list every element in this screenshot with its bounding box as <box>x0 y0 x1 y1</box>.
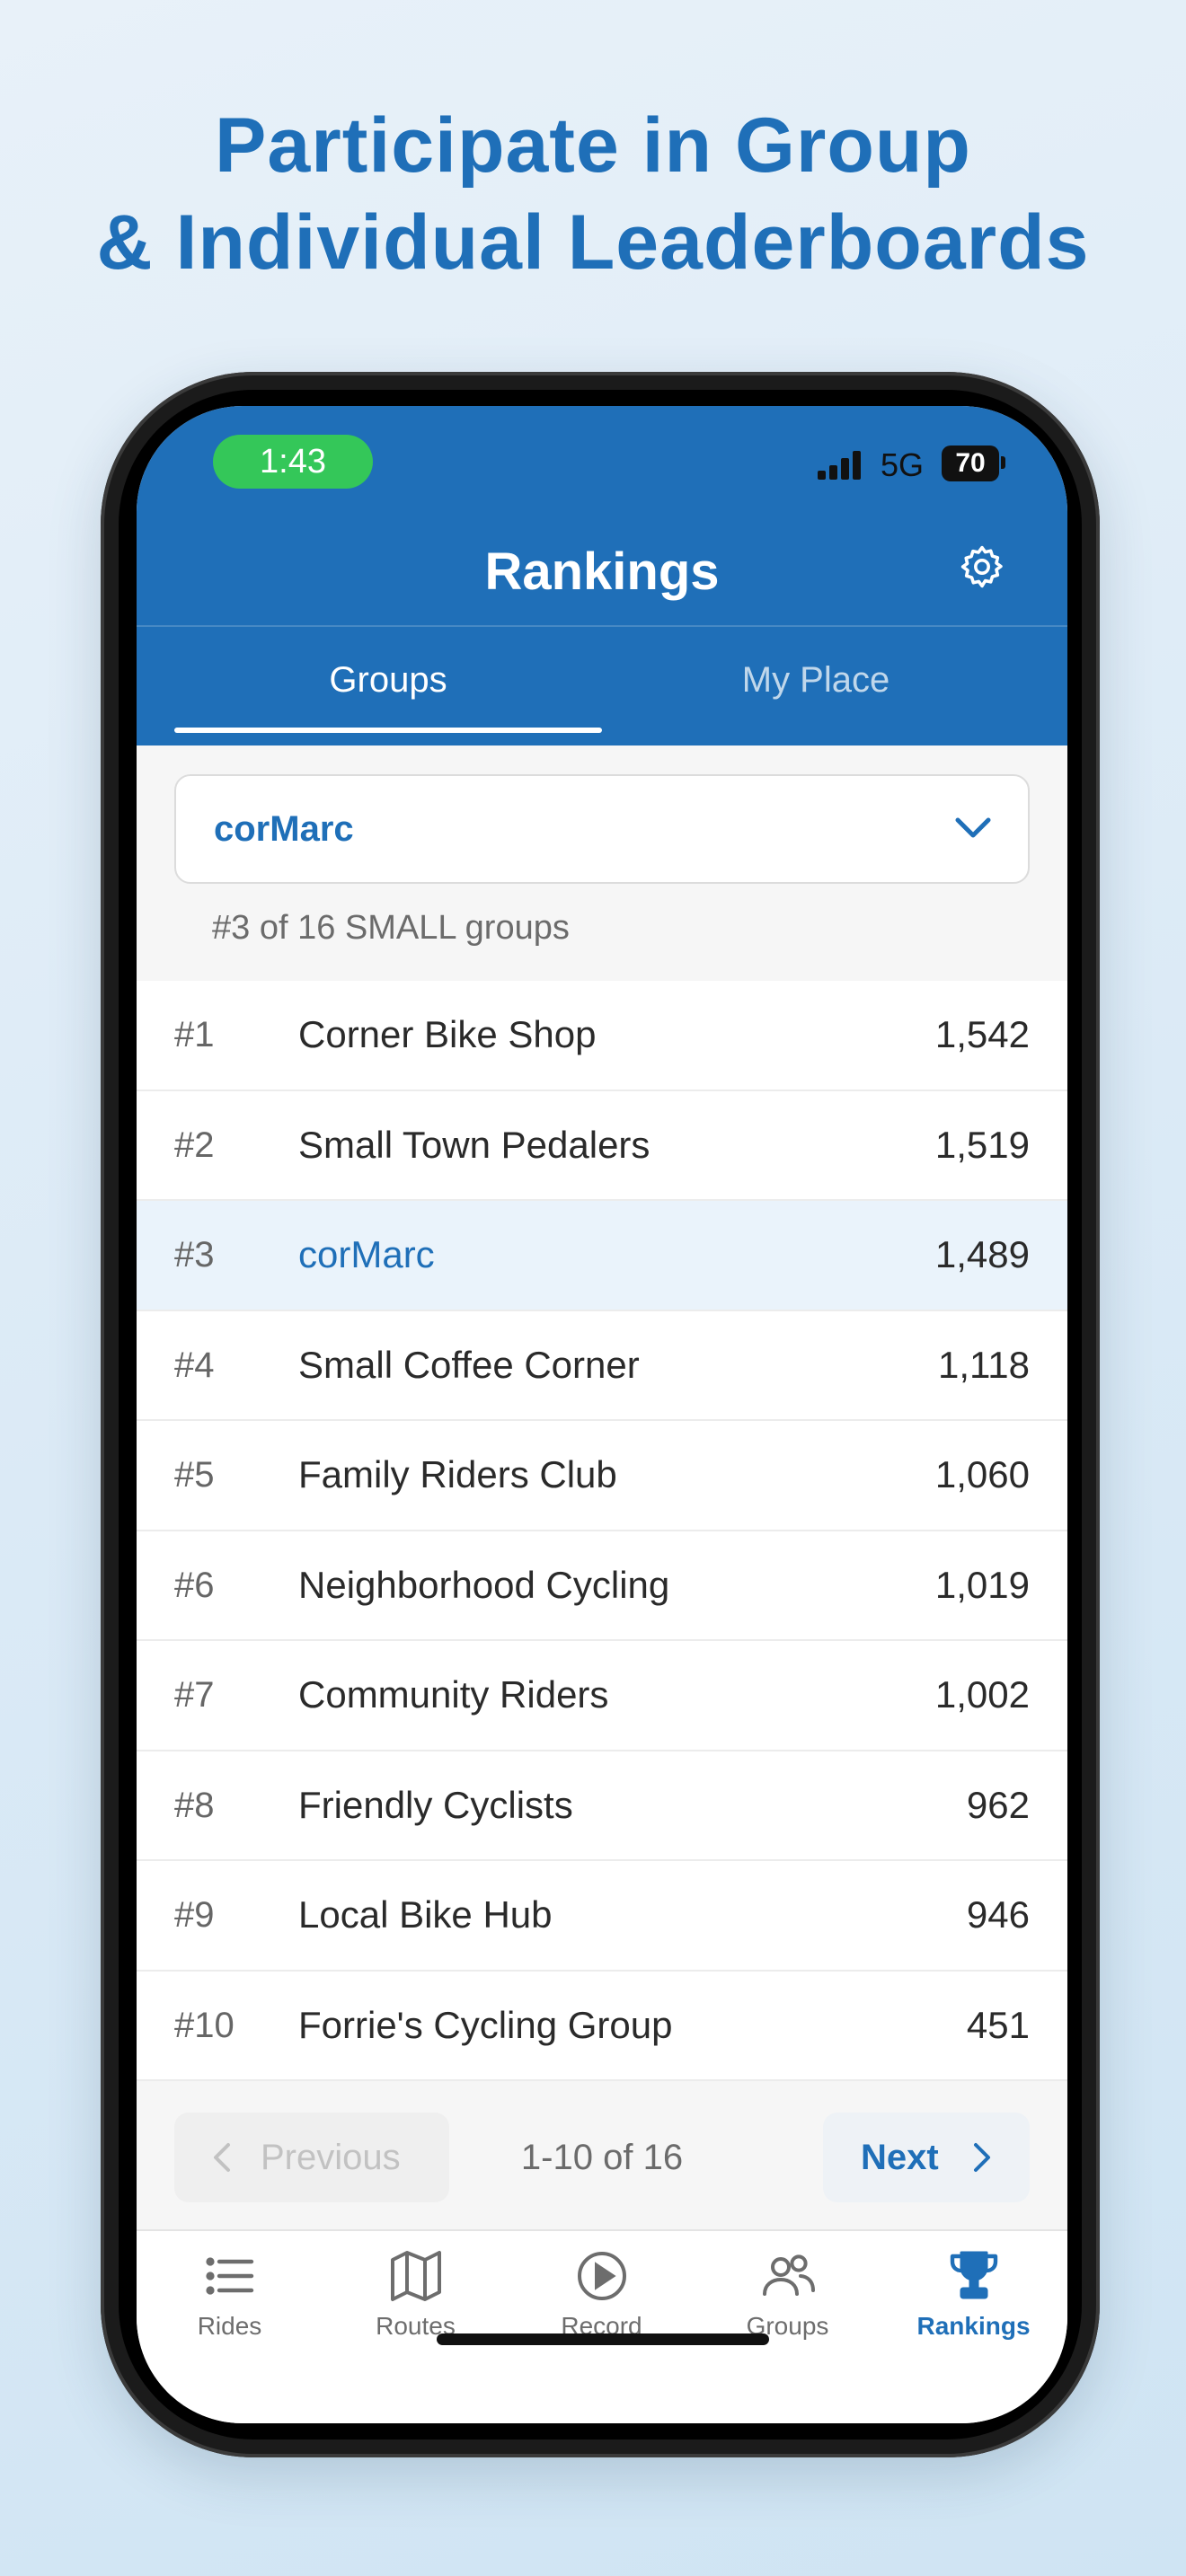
page-info: 1-10 of 16 <box>520 2138 684 2177</box>
page-title: Rankings <box>484 543 720 601</box>
active-tab-indicator <box>174 728 602 733</box>
row-group-name: Friendly Cyclists <box>298 1783 573 1826</box>
table-row[interactable]: #2 Small Town Pedalers 1,519 <box>137 1090 1067 1201</box>
nav-record[interactable]: Record <box>509 2247 695 2344</box>
row-score: 451 <box>966 2003 1030 2046</box>
group-select-value: corMarc <box>214 809 354 849</box>
nav-rankings-label: Rankings <box>916 2312 1031 2340</box>
bottom-nav: Rides Routes Record Groups Rankings <box>137 2229 1067 2423</box>
row-rank: #8 <box>174 1785 215 1825</box>
signal-icon <box>818 451 863 480</box>
headline-line-1: Participate in Group <box>215 102 971 189</box>
next-button[interactable]: Next <box>823 2113 1030 2202</box>
group-rank-summary: #3 of 16 SMALL groups <box>212 909 570 947</box>
table-row[interactable]: #4 Small Coffee Corner 1,118 <box>137 1310 1067 1421</box>
nav-rides-label: Rides <box>197 2312 262 2340</box>
previous-button[interactable]: Previous <box>174 2113 449 2202</box>
trophy-icon <box>950 2251 997 2299</box>
row-group-name: Small Coffee Corner <box>298 1343 640 1386</box>
table-row[interactable]: #6 Neighborhood Cycling 1,019 <box>137 1531 1067 1641</box>
phone-screen: 1:43 5G 70 Rankings Groups My Place corM… <box>137 406 1067 2423</box>
table-row[interactable]: #8 Friendly Cyclists 962 <box>137 1751 1067 1861</box>
play-circle-icon <box>577 2252 626 2300</box>
status-time: 1:43 <box>213 435 373 489</box>
group-select[interactable]: corMarc <box>174 774 1030 884</box>
row-score: 1,019 <box>934 1563 1030 1606</box>
row-rank: #6 <box>174 1565 215 1605</box>
row-score: 1,060 <box>934 1453 1030 1495</box>
row-group-name: Corner Bike Shop <box>298 1013 597 1055</box>
row-group-name: Local Bike Hub <box>298 1893 553 1936</box>
nav-rides[interactable]: Rides <box>137 2247 323 2344</box>
row-rank: #3 <box>174 1235 215 1275</box>
row-group-name: Family Riders Club <box>298 1453 617 1495</box>
row-rank: #1 <box>174 1015 215 1054</box>
marketing-headline: Participate in Group & Individual Leader… <box>0 97 1186 291</box>
headline-line-2: & Individual Leaderboards <box>96 199 1090 286</box>
previous-label: Previous <box>261 2138 401 2177</box>
next-label: Next <box>861 2138 939 2177</box>
network-label: 5G <box>881 446 925 483</box>
pagination: Previous 1-10 of 16 Next <box>137 2082 1067 2226</box>
tab-my-place[interactable]: My Place <box>602 648 1030 711</box>
row-score: 962 <box>966 1783 1030 1826</box>
row-group-name: Small Town Pedalers <box>298 1123 651 1166</box>
chevron-left-icon <box>214 2143 230 2172</box>
row-rank: #10 <box>174 2005 235 2045</box>
table-row[interactable]: #5 Family Riders Club 1,060 <box>137 1421 1067 1531</box>
row-group-name: corMarc <box>298 1233 435 1275</box>
table-row[interactable]: #1 Corner Bike Shop 1,542 <box>137 981 1067 1091</box>
row-score: 946 <box>966 1893 1030 1936</box>
row-score: 1,542 <box>934 1013 1030 1055</box>
app-header: 1:43 5G 70 Rankings Groups My Place <box>137 406 1067 745</box>
battery-icon: 70 <box>942 446 999 481</box>
tab-groups[interactable]: Groups <box>174 648 602 711</box>
table-row[interactable]: #7 Community Riders 1,002 <box>137 1641 1067 1751</box>
row-rank: #9 <box>174 1895 215 1935</box>
people-icon <box>762 2254 815 2296</box>
map-icon <box>390 2251 441 2301</box>
row-rank: #2 <box>174 1125 215 1165</box>
nav-routes[interactable]: Routes <box>323 2247 509 2344</box>
battery-tip <box>1001 456 1005 469</box>
row-rank: #4 <box>174 1345 215 1385</box>
nav-groups[interactable]: Groups <box>695 2247 881 2344</box>
rankings-table: #1 Corner Bike Shop 1,542 #2 Small Town … <box>137 981 1067 2081</box>
nav-rankings[interactable]: Rankings <box>881 2247 1067 2344</box>
list-icon <box>205 2257 253 2295</box>
header-divider <box>137 625 1067 627</box>
row-score: 1,489 <box>934 1233 1030 1275</box>
row-group-name: Forrie's Cycling Group <box>298 2003 673 2046</box>
row-group-name: Community Riders <box>298 1673 609 1716</box>
row-score: 1,118 <box>938 1343 1030 1386</box>
row-group-name: Neighborhood Cycling <box>298 1563 670 1606</box>
home-indicator <box>437 2333 769 2345</box>
row-score: 1,002 <box>934 1673 1030 1716</box>
row-score: 1,519 <box>934 1123 1030 1166</box>
chevron-right-icon <box>974 2143 990 2172</box>
table-row[interactable]: #9 Local Bike Hub 946 <box>137 1861 1067 1972</box>
row-rank: #7 <box>174 1675 215 1715</box>
table-row[interactable]: #10 Forrie's Cycling Group 451 <box>137 1971 1067 2081</box>
row-rank: #5 <box>174 1455 215 1495</box>
chevron-down-icon <box>955 817 991 838</box>
table-row-current-group[interactable]: #3 corMarc 1,489 <box>137 1201 1067 1311</box>
gear-icon[interactable] <box>958 543 1006 591</box>
